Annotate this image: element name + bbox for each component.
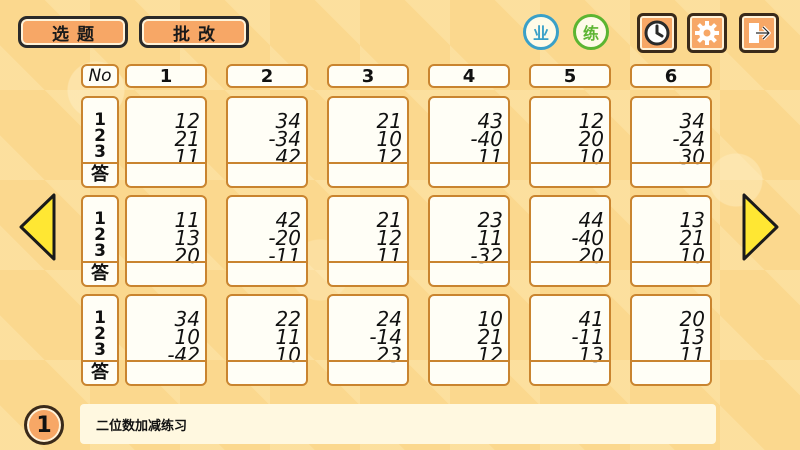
problem-cell: 23 11 -32 (428, 195, 510, 287)
no-header: No (81, 64, 119, 88)
column-header-1: 1 (125, 64, 207, 88)
answer-input[interactable] (329, 360, 407, 384)
line-number: 3 (94, 340, 106, 360)
grade-button[interactable]: 批改 (139, 16, 249, 48)
column-header-2: 2 (226, 64, 308, 88)
row-label-3: 1 2 3 答 (81, 294, 119, 386)
problem-cell: 13 21 10 (630, 195, 712, 287)
problem-cell: 10 21 12 (428, 294, 510, 386)
answer-input[interactable] (127, 360, 205, 384)
previous-page-arrow-icon[interactable] (18, 192, 56, 262)
practice-mode-button[interactable]: 练 (573, 14, 609, 50)
problem-cell: 11 13 20 (125, 195, 207, 287)
problem-cell: 34 -24 30 (630, 96, 712, 188)
answer-input[interactable] (430, 162, 508, 186)
problem-cell: 21 10 12 (327, 96, 409, 188)
exercise-title-text: 二位数加减练习 (96, 418, 188, 434)
answer-input[interactable] (531, 360, 609, 384)
answer-input[interactable] (228, 162, 306, 186)
gear-icon (695, 21, 719, 45)
column-header-5: 5 (529, 64, 611, 88)
answer-input[interactable] (632, 261, 710, 285)
answer-input[interactable] (329, 162, 407, 186)
row-label-1: 1 2 3 答 (81, 96, 119, 188)
answer-input[interactable] (329, 261, 407, 285)
answer-input[interactable] (632, 162, 710, 186)
exit-button[interactable] (739, 13, 779, 53)
problem-cell: 42 -20 -11 (226, 195, 308, 287)
page-number-badge: 1 (24, 405, 64, 445)
exercise-title: 二位数加减练习 (80, 404, 716, 444)
answer-input[interactable] (430, 261, 508, 285)
column-header-3: 3 (327, 64, 409, 88)
select-problems-button[interactable]: 选题 (18, 16, 128, 48)
problem-cell: 12 21 11 (125, 96, 207, 188)
next-page-arrow-icon[interactable] (742, 192, 780, 262)
answer-label: 答 (83, 360, 117, 384)
line-number: 3 (94, 142, 106, 162)
problem-cell: 34 10 -42 (125, 294, 207, 386)
line-number: 3 (94, 241, 106, 261)
problem-cell: 44 -40 20 (529, 195, 611, 287)
problem-cell: 20 13 11 (630, 294, 712, 386)
answer-input[interactable] (430, 360, 508, 384)
problem-cell: 43 -40 11 (428, 96, 510, 188)
problem-cell: 41 -11 13 (529, 294, 611, 386)
answer-input[interactable] (228, 261, 306, 285)
practice-label: 练 (582, 24, 599, 43)
problem-cell: 34 -34 42 (226, 96, 308, 188)
answer-label: 答 (83, 162, 117, 186)
answer-input[interactable] (531, 162, 609, 186)
problem-cell: 21 12 11 (327, 195, 409, 287)
problem-cell: 12 20 10 (529, 96, 611, 188)
column-header-6: 6 (630, 64, 712, 88)
clock-icon (644, 20, 670, 46)
settings-button[interactable] (687, 13, 727, 53)
row-label-2: 1 2 3 答 (81, 195, 119, 287)
answer-input[interactable] (632, 360, 710, 384)
answer-input[interactable] (228, 360, 306, 384)
exit-icon (749, 23, 771, 43)
homework-mode-button[interactable]: 业 (523, 14, 559, 50)
column-header-4: 4 (428, 64, 510, 88)
problem-cell: 24 -14 23 (327, 294, 409, 386)
problem-cell: 22 11 10 (226, 294, 308, 386)
homework-label: 业 (532, 24, 549, 43)
answer-input[interactable] (127, 261, 205, 285)
answer-input[interactable] (531, 261, 609, 285)
answer-label: 答 (83, 261, 117, 285)
answer-input[interactable] (127, 162, 205, 186)
timer-button[interactable] (637, 13, 677, 53)
